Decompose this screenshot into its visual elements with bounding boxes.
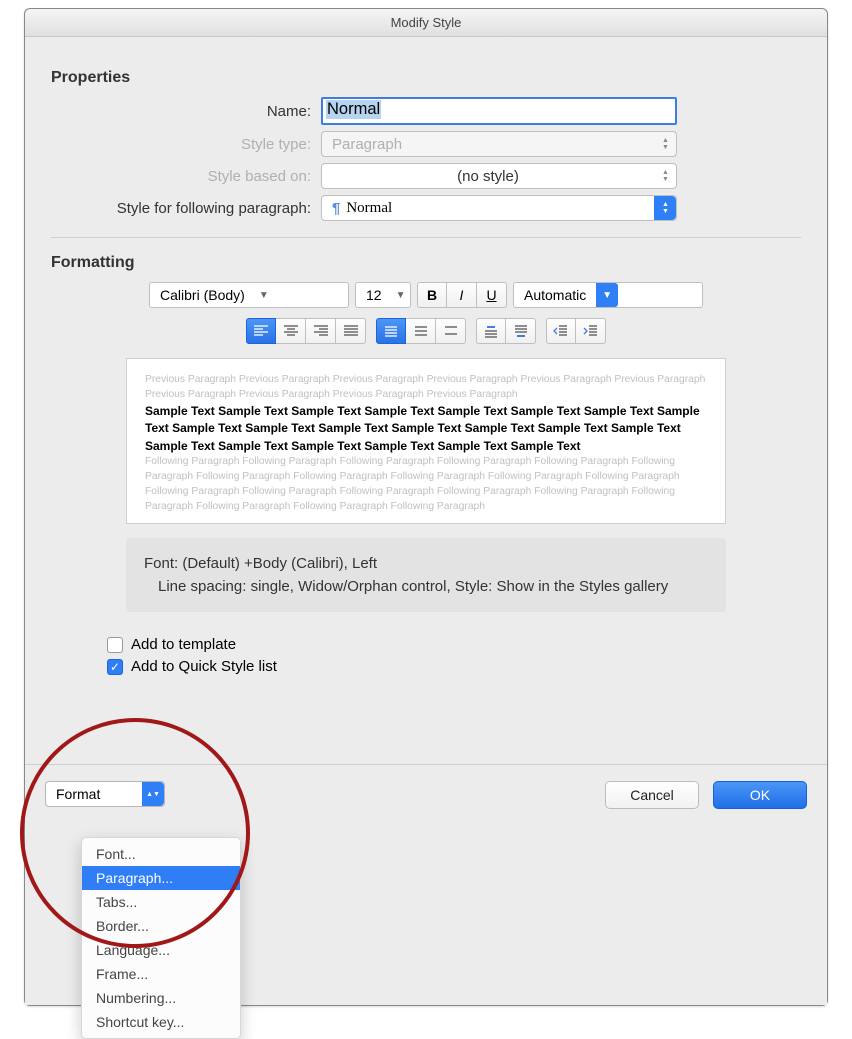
italic-label: I — [460, 287, 464, 303]
style-following-label: Style for following paragraph: — [51, 200, 321, 217]
alignment-group — [246, 318, 366, 344]
add-to-template-label: Add to template — [131, 636, 236, 653]
preview-box: Previous Paragraph Previous Paragraph Pr… — [126, 358, 726, 524]
format-menu: Font...Paragraph...Tabs...Border...Langu… — [81, 837, 241, 1039]
style-following-value: Normal — [346, 200, 392, 217]
style-based-label: Style based on: — [51, 168, 321, 185]
name-label: Name: — [51, 103, 321, 120]
spacing-single-button[interactable] — [376, 318, 406, 344]
style-type-select: Paragraph ▲▼ — [321, 131, 677, 157]
font-family-select[interactable]: Calibri (Body) ▼ — [149, 282, 349, 308]
bold-label: B — [427, 287, 437, 303]
desc-line1: Font: (Default) +Body (Calibri), Left — [144, 552, 708, 575]
para-spacing-group — [476, 318, 536, 344]
spacing-onehalf-button[interactable] — [406, 318, 436, 344]
add-to-quick-style-checkbox[interactable]: ✓ Add to Quick Style list — [107, 658, 801, 675]
bold-button[interactable]: B — [417, 282, 447, 308]
preview-following: Following Paragraph Following Paragraph … — [145, 455, 707, 515]
ok-label: OK — [750, 787, 770, 803]
properties-heading: Properties — [51, 69, 801, 87]
chevron-down-icon: ▼ — [392, 290, 410, 301]
checkbox-checked-icon: ✓ — [107, 659, 123, 675]
space-after-button[interactable] — [506, 318, 536, 344]
style-following-select[interactable]: ¶ Normal ▲▼ — [321, 195, 677, 221]
spacing-double-button[interactable] — [436, 318, 466, 344]
align-center-button[interactable] — [276, 318, 306, 344]
format-menu-item[interactable]: Border... — [82, 914, 240, 938]
indent-group — [546, 318, 606, 344]
checkbox-icon — [107, 637, 123, 653]
decrease-indent-button[interactable] — [546, 318, 576, 344]
updown-icon: ▲▼ — [654, 164, 676, 188]
format-menu-item[interactable]: Font... — [82, 842, 240, 866]
color-chevron-icon: ▼ — [596, 283, 618, 307]
style-name-value: Normal — [326, 100, 381, 119]
style-name-input[interactable]: Normal — [321, 97, 677, 125]
underline-button[interactable]: U — [477, 282, 507, 308]
style-based-select[interactable]: (no style) ▲▼ — [321, 163, 677, 189]
chevron-down-icon: ▼ — [255, 290, 273, 301]
updown-icon: ▲▼ — [654, 132, 676, 156]
add-to-quick-style-label: Add to Quick Style list — [131, 658, 277, 675]
align-left-button[interactable] — [246, 318, 276, 344]
ok-button[interactable]: OK — [713, 781, 807, 809]
line-spacing-group — [376, 318, 466, 344]
style-type-value: Paragraph — [322, 136, 654, 153]
dialog-footer: Format ▲▼ Font...Paragraph...Tabs...Bord… — [25, 764, 827, 825]
preview-previous: Previous Paragraph Previous Paragraph Pr… — [145, 373, 707, 403]
divider — [51, 237, 801, 238]
increase-indent-button[interactable] — [576, 318, 606, 344]
window-title: Modify Style — [25, 9, 827, 37]
formatting-heading: Formatting — [51, 254, 801, 272]
cancel-button[interactable]: Cancel — [605, 781, 699, 809]
preview-sample: Sample Text Sample Text Sample Text Samp… — [145, 403, 707, 455]
format-menu-item[interactable]: Tabs... — [82, 890, 240, 914]
italic-button[interactable]: I — [447, 282, 477, 308]
format-dropdown[interactable]: Format ▲▼ — [45, 781, 165, 807]
format-label: Format — [56, 786, 100, 802]
updown-icon: ▲▼ — [654, 196, 676, 220]
cancel-label: Cancel — [630, 787, 674, 803]
font-color-value: Automatic — [514, 287, 596, 303]
format-menu-item[interactable]: Language... — [82, 938, 240, 962]
format-menu-item[interactable]: Numbering... — [82, 986, 240, 1010]
align-right-button[interactable] — [306, 318, 336, 344]
font-style-group: B I U — [417, 282, 507, 308]
font-size-value: 12 — [356, 287, 392, 303]
underline-label: U — [486, 287, 496, 303]
font-family-value: Calibri (Body) — [150, 287, 255, 303]
style-type-label: Style type: — [51, 136, 321, 153]
modify-style-dialog: Modify Style Properties Name: Normal Sty… — [24, 8, 828, 1006]
desc-line2: Line spacing: single, Widow/Orphan contr… — [144, 575, 708, 598]
style-description: Font: (Default) +Body (Calibri), Left Li… — [126, 538, 726, 613]
style-based-value: (no style) — [322, 168, 654, 185]
font-size-select[interactable]: 12 ▼ — [355, 282, 411, 308]
chevron-down-icon: ▲▼ — [142, 782, 164, 806]
align-justify-button[interactable] — [336, 318, 366, 344]
space-before-button[interactable] — [476, 318, 506, 344]
pilcrow-icon: ¶ — [332, 200, 340, 217]
format-menu-item[interactable]: Paragraph... — [82, 866, 240, 890]
add-to-template-checkbox[interactable]: Add to template — [107, 636, 801, 653]
format-menu-item[interactable]: Frame... — [82, 962, 240, 986]
font-color-select[interactable]: Automatic ▼ — [513, 282, 703, 308]
